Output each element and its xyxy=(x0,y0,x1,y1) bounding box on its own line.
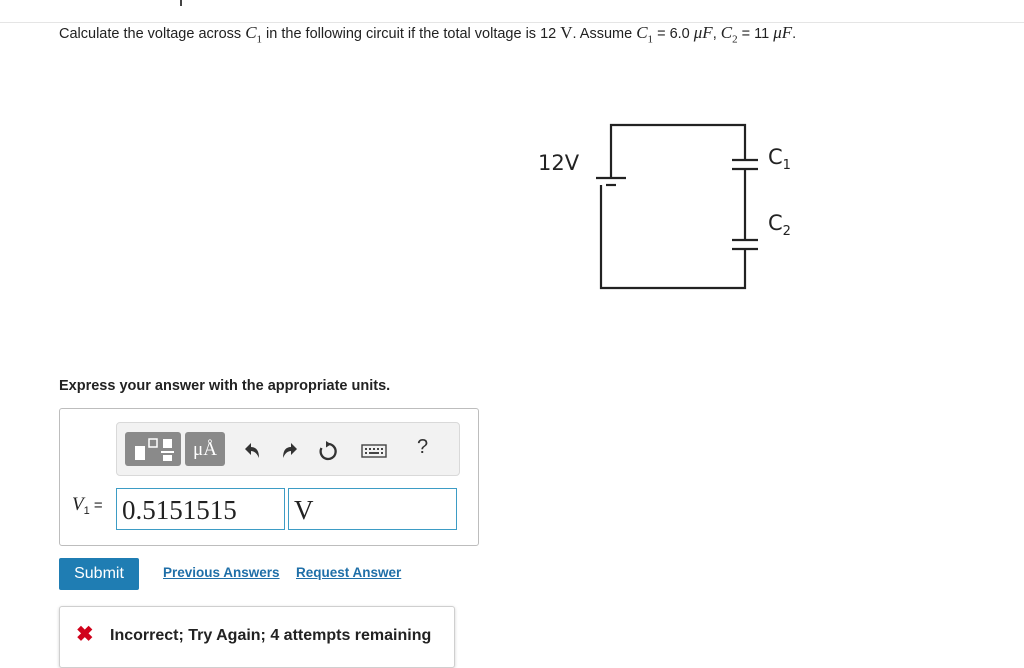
question-text: Calculate the voltage across C1 in the f… xyxy=(59,23,796,45)
help-icon[interactable]: ? xyxy=(417,436,428,459)
previous-answers-link[interactable]: Previous Answers xyxy=(163,565,280,580)
c1-symbol-2: C1 xyxy=(636,23,654,46)
question-part1: Calculate the voltage across xyxy=(59,26,246,42)
c1-label: C1 xyxy=(768,145,791,173)
header-mark xyxy=(180,0,182,6)
feedback-message: Incorrect; Try Again; 4 attempts remaini… xyxy=(110,627,432,644)
answer-box: μÅ ? V1 = 0.5151515 V xyxy=(59,408,479,546)
wire-bottom xyxy=(599,185,747,290)
instructions: Express your answer with the appropriate… xyxy=(59,378,391,394)
c1-symbol: C1 xyxy=(245,23,263,46)
c2-label: C2 xyxy=(768,211,791,239)
undo-icon[interactable] xyxy=(241,440,263,462)
c1-value: = 6.0 xyxy=(653,26,694,42)
answer-unit-field[interactable]: V xyxy=(288,488,457,530)
submit-button[interactable]: Submit xyxy=(59,558,139,590)
keyboard-icon[interactable] xyxy=(361,440,387,462)
x-icon: ✖ xyxy=(76,623,94,646)
question-comma: , xyxy=(712,26,721,42)
battery-label: 12V xyxy=(538,151,580,175)
c2-symbol: C2 xyxy=(720,23,738,46)
wire-top xyxy=(609,123,747,178)
c2-value: = 11 xyxy=(737,26,774,42)
units-icon[interactable]: μÅ xyxy=(185,432,225,466)
reset-icon[interactable] xyxy=(317,440,339,462)
question-period: . xyxy=(792,26,797,42)
unit-volt: V xyxy=(560,23,573,42)
variable-label: V1 = xyxy=(72,494,103,517)
circuit-diagram: 12V C1 C2 xyxy=(538,123,791,290)
question-part2: in the following circuit if the total vo… xyxy=(262,26,561,42)
templates-icon[interactable] xyxy=(125,432,181,466)
question-part3: . Assume xyxy=(572,26,637,42)
answer-value-field[interactable]: 0.5151515 xyxy=(116,488,285,530)
unit-uf: μF xyxy=(693,23,713,42)
unit-uf-2: μF xyxy=(773,23,793,42)
request-answer-link[interactable]: Request Answer xyxy=(296,565,401,580)
math-toolbar: μÅ ? xyxy=(116,422,460,476)
redo-icon[interactable] xyxy=(279,440,301,462)
